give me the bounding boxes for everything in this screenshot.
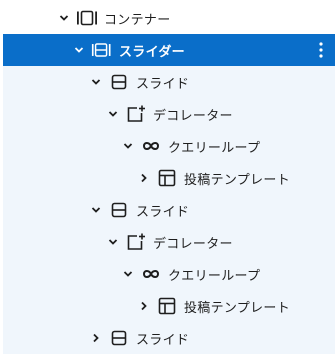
- tree-item-post-template[interactable]: 投稿テンプレート: [3, 290, 335, 322]
- tree-item-slide[interactable]: スライド: [3, 322, 335, 354]
- chevron-down-icon[interactable]: [89, 75, 103, 89]
- chevron-down-icon[interactable]: [106, 107, 120, 121]
- chevron-down-icon[interactable]: [121, 267, 135, 281]
- block-list-view: コンテナー スライダー スライド デコレーター クエリーループ 投稿テンプレート…: [0, 0, 335, 355]
- template-icon: [156, 295, 178, 317]
- tree-item-decorator[interactable]: デコレーター: [3, 98, 335, 130]
- tree-item-decorator[interactable]: デコレーター: [3, 226, 335, 258]
- chevron-down-icon[interactable]: [57, 11, 71, 25]
- tree-item-slide[interactable]: スライド: [3, 66, 335, 98]
- slide-icon: [108, 199, 130, 221]
- tree-item-query-loop[interactable]: クエリーループ: [3, 130, 335, 162]
- tree-item-label: 投稿テンプレート: [184, 172, 291, 188]
- tree-item-slide[interactable]: スライド: [3, 194, 335, 226]
- loop-icon: [140, 135, 162, 157]
- tree-item-label: スライド: [136, 204, 190, 220]
- decorator-icon: [125, 103, 147, 125]
- tree-item-slider[interactable]: スライダー: [3, 34, 335, 66]
- slide-icon: [108, 327, 130, 349]
- tree-item-label: コンテナー: [104, 12, 171, 28]
- tree-item-label: スライド: [136, 332, 190, 348]
- chevron-down-icon[interactable]: [72, 43, 86, 57]
- tree-item-query-loop[interactable]: クエリーループ: [3, 258, 335, 290]
- tree-item-label: 投稿テンプレート: [184, 300, 291, 316]
- slide-icon: [108, 71, 130, 93]
- tree-item-label: クエリーループ: [168, 140, 261, 156]
- tree-item-container[interactable]: コンテナー: [0, 2, 335, 34]
- tree-item-label: デコレーター: [153, 236, 233, 252]
- chevron-right-icon[interactable]: [137, 299, 151, 313]
- more-vertical-icon[interactable]: [315, 40, 327, 60]
- decorator-icon: [125, 231, 147, 253]
- chevron-down-icon[interactable]: [106, 235, 120, 249]
- tree-item-label: スライド: [136, 76, 190, 92]
- chevron-down-icon[interactable]: [89, 203, 103, 217]
- container-icon: [76, 7, 98, 29]
- slider-icon: [91, 39, 113, 61]
- tree-item-label: デコレーター: [153, 108, 233, 124]
- loop-icon: [140, 263, 162, 285]
- chevron-down-icon[interactable]: [121, 139, 135, 153]
- tree-item-label: クエリーループ: [168, 268, 261, 284]
- tree-item-label: スライダー: [119, 44, 185, 60]
- tree-item-post-template[interactable]: 投稿テンプレート: [3, 162, 335, 194]
- template-icon: [156, 167, 178, 189]
- chevron-right-icon[interactable]: [89, 331, 103, 345]
- chevron-right-icon[interactable]: [137, 171, 151, 185]
